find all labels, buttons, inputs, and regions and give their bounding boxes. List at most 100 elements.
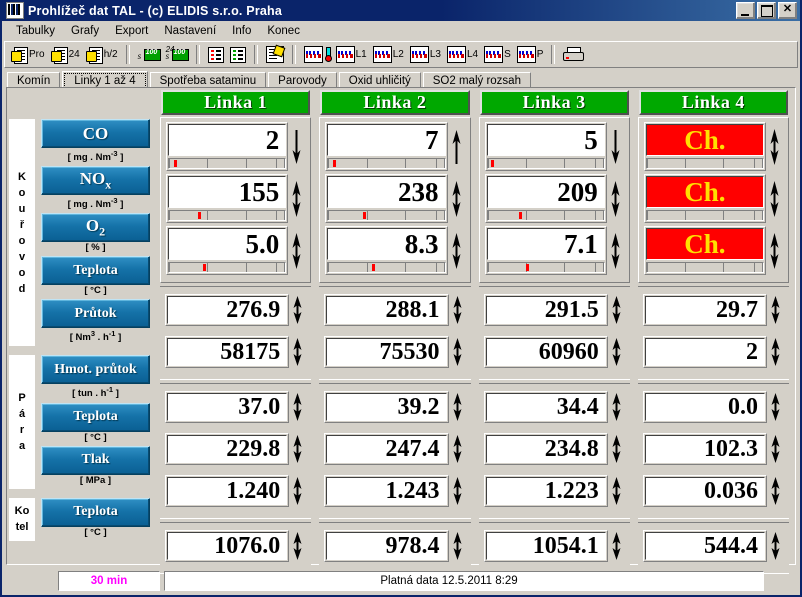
value-display: 2: [644, 338, 765, 366]
value-box: 37.0: [165, 391, 290, 423]
window-controls: ✕: [736, 2, 798, 19]
trend-arrow-both: [289, 291, 306, 329]
toolbar-button-chart-l4[interactable]: L4: [444, 44, 481, 65]
trend-arrow-both: [449, 291, 466, 329]
value-display: 60960: [485, 338, 606, 366]
value-box: 39.2: [324, 391, 449, 423]
toolbar-button-chart-l2[interactable]: L2: [370, 44, 407, 65]
value-box: 102.3: [642, 433, 767, 465]
value-display: 209: [486, 176, 605, 208]
status-pad: [768, 572, 796, 590]
reading-prutok: 60960: [482, 333, 627, 371]
reading-co: 5: [483, 122, 626, 171]
toolbar-separator: [125, 45, 130, 64]
column-header-3[interactable]: Linka 3: [479, 90, 629, 115]
reading-kotel-teplota: 544.4: [641, 527, 786, 565]
toolbar-button-24h[interactable]: 24: [48, 44, 83, 65]
column-group-kotel: 544.4: [637, 522, 789, 574]
meter-box: 5.0: [166, 226, 289, 275]
meter-box: 155: [166, 174, 289, 223]
param-button-kourovod-teplota[interactable]: Teplota: [41, 256, 150, 286]
menu-item-tabulky[interactable]: Tabulky: [8, 24, 63, 38]
reading-nox: 155: [164, 174, 307, 223]
param-button-co[interactable]: CO: [41, 119, 150, 148]
value-display: 39.2: [326, 393, 447, 421]
column-header-2[interactable]: Linka 2: [320, 90, 470, 115]
toolbar-button-chart-temp[interactable]: [301, 44, 333, 65]
toolbar-button-chart-p[interactable]: P: [514, 44, 547, 65]
column-group-kotel: 1076.0: [160, 522, 312, 574]
value-display: 155: [168, 176, 287, 208]
data-panel: Kouřovod CO [ mg . Nm-3 ] NOx [ mg . Nm-…: [6, 87, 796, 574]
param-button-prutok[interactable]: Průtok: [41, 299, 150, 329]
value-display: 1.223: [485, 477, 606, 505]
meter-box: 209: [484, 174, 607, 223]
toolbar-button-list-green[interactable]: [227, 44, 249, 65]
column-header-4[interactable]: Linka 4: [638, 90, 788, 115]
param-button-hmot-prutok[interactable]: Hmot. průtok: [41, 355, 150, 385]
value-display: 544.4: [644, 532, 765, 560]
value-display: 5.0: [168, 228, 287, 260]
minimize-button[interactable]: [736, 2, 755, 19]
reading-para-teplota: 247.4: [322, 430, 467, 468]
thermometer-icon: [324, 47, 332, 62]
group-label-kotel: Ko tel: [9, 497, 35, 541]
toolbar-button-chart-l1[interactable]: L1: [333, 44, 370, 65]
param-button-para-teplota[interactable]: Teplota: [41, 402, 150, 432]
toolbar-button-list-red[interactable]: [205, 44, 227, 65]
menu-item-nastaveni[interactable]: Nastavení: [156, 24, 224, 38]
column-header-1[interactable]: Linka 1: [161, 90, 311, 115]
param-button-o2[interactable]: O2: [41, 213, 150, 243]
value-box: 60960: [483, 336, 608, 368]
reading-kourovod-teplota: 29.7: [641, 291, 786, 329]
reading-o2: 8.3: [323, 226, 466, 275]
toolbar-button-protocol[interactable]: Pro: [8, 44, 48, 65]
toolbar-label-pro: Pro: [29, 49, 45, 60]
reading-nox: 238: [323, 174, 466, 223]
toolbar-button-half-hour[interactable]: h/2: [83, 44, 121, 65]
meter-box: 8.3: [325, 226, 448, 275]
toolbar-button-chart-s[interactable]: S: [481, 44, 514, 65]
value-display: Ch.: [645, 228, 764, 260]
toolbar-button-money-24h[interactable]: 24 s: [163, 44, 191, 65]
maximize-button[interactable]: [757, 2, 776, 19]
reading-prutok: 75530: [322, 333, 467, 371]
meter-box: 2: [166, 122, 289, 171]
value-display: 34.4: [485, 393, 606, 421]
status-interval-label: 30 min: [90, 575, 128, 587]
toolbar-button-print[interactable]: [560, 44, 586, 65]
value-display: 58175: [167, 338, 288, 366]
menu-item-export[interactable]: Export: [107, 24, 156, 38]
value-display: 1.240: [167, 477, 288, 505]
line-columns: Linka 1 2 155 5.0 276.9 58175 37.0 229.8 1.240 10…: [156, 90, 793, 574]
toolbar-label-l4: L4: [466, 49, 479, 60]
param-button-tlak[interactable]: Tlak: [41, 445, 150, 475]
meter-box: 238: [325, 174, 448, 223]
menu-item-grafy[interactable]: Grafy: [63, 24, 107, 38]
list-red-icon: [207, 46, 224, 63]
toolbar-button-edit-note[interactable]: [263, 44, 287, 65]
value-display: 1.243: [326, 477, 447, 505]
menu-item-info[interactable]: Info: [224, 24, 259, 38]
menu-item-konec[interactable]: Konec: [259, 24, 308, 38]
param-button-nox[interactable]: NOx: [41, 166, 150, 196]
reading-kotel-teplota: 1076.0: [163, 527, 308, 565]
status-interval[interactable]: 30 min: [58, 571, 160, 591]
value-display: 229.8: [167, 435, 288, 463]
trend-arrow-both: [608, 388, 625, 426]
reading-tlak: 0.036: [641, 472, 786, 510]
reading-hmot-prutok: 37.0: [163, 388, 308, 426]
value-display: 0.0: [644, 393, 765, 421]
value-box: 0.036: [642, 475, 767, 507]
value-scale: [486, 262, 605, 273]
toolbar-button-chart-l3[interactable]: L3: [407, 44, 444, 65]
value-display: Ch.: [645, 124, 764, 156]
param-button-kotel-teplota[interactable]: Teplota: [41, 497, 150, 527]
toolbar-button-money-sum[interactable]: s: [135, 44, 163, 65]
close-button[interactable]: ✕: [778, 2, 797, 19]
reading-nox: 209: [483, 174, 626, 223]
value-box: 288.1: [324, 294, 449, 326]
value-display: Ch.: [645, 176, 764, 208]
trend-arrow-both: [767, 291, 784, 329]
trend-arrow-down: [288, 128, 305, 166]
